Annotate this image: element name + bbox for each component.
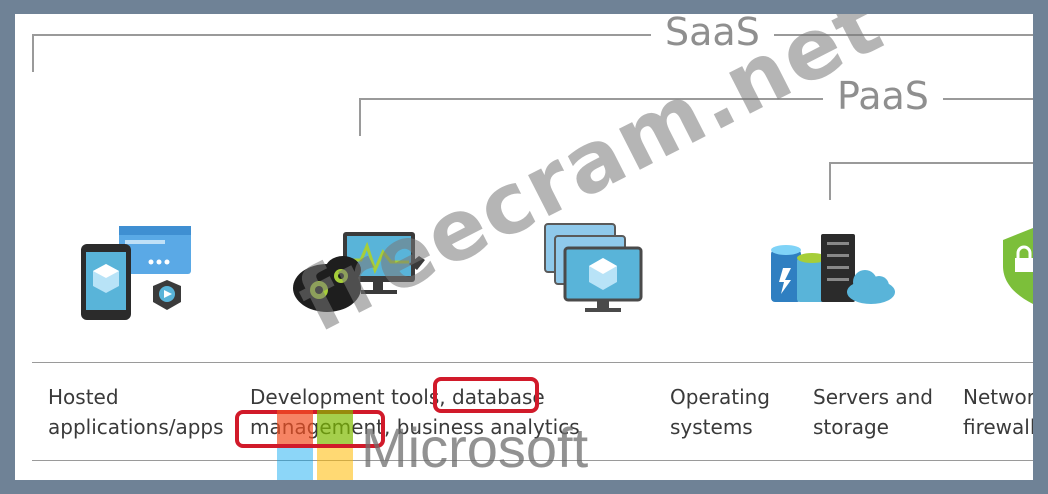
caption-network-line2: firewalls [963,415,1033,439]
operating-systems-icon [544,223,643,312]
paas-bracket-left [359,98,361,136]
network-firewall-icon [1003,228,1033,304]
iaas-bracket-top [829,162,1033,164]
caption-os-line2: systems [670,415,753,439]
divider-top [32,362,1033,363]
saas-bracket-left [32,34,34,72]
microsoft-wordmark: Microsoft [361,416,589,479]
diagram-canvas: SaaS PaaS Hosted applications/apps Devel… [15,14,1033,480]
hosted-apps-icon [81,226,191,320]
servers-storage-icon [771,234,895,304]
caption-devtools-part1: Development tools, [250,385,453,409]
highlight-database [433,377,539,413]
microsoft-logo-icon [277,410,355,480]
caption-apps-line1: Hosted [48,385,119,409]
caption-servers-line1: Servers and [813,385,933,409]
caption-os-line1: Operating [670,385,770,409]
caption-network-line1: Networ [963,385,1033,409]
caption-apps-line2: applications/apps [48,415,224,439]
caption-servers-line2: storage [813,415,889,439]
iaas-bracket-left [829,162,831,200]
